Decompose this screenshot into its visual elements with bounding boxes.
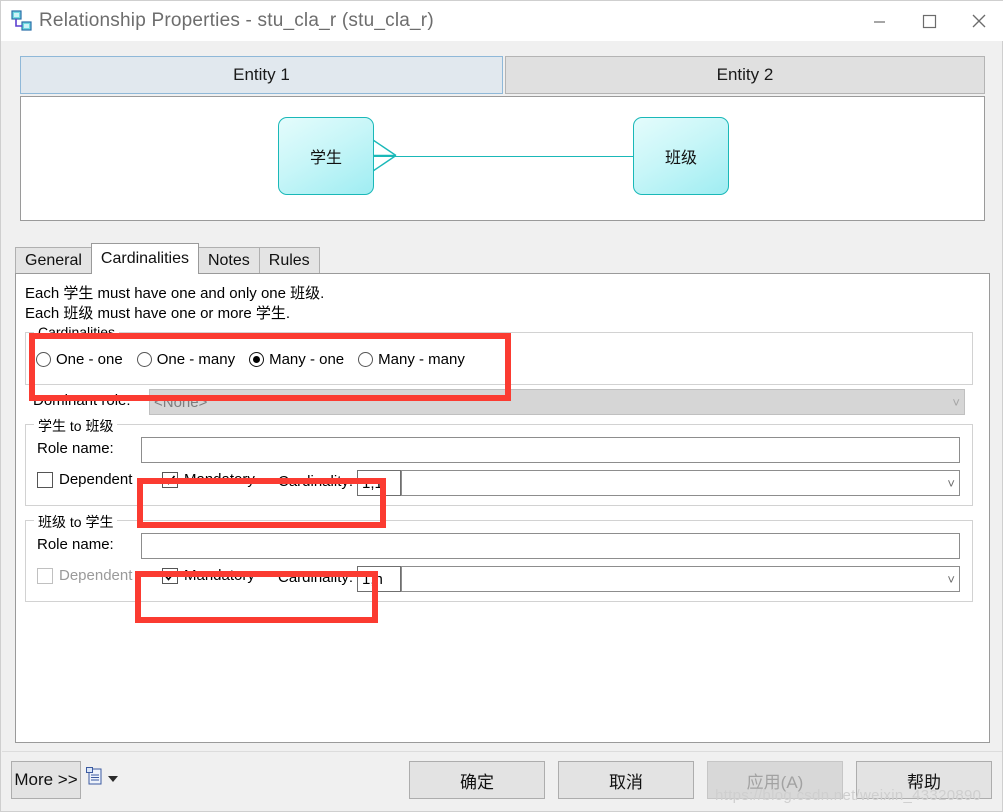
- cardinality-2-value: 1,n: [362, 570, 383, 588]
- entity-box-right[interactable]: 班级: [633, 117, 729, 195]
- window-controls: [854, 1, 1003, 41]
- chevron-down-icon: [108, 775, 118, 782]
- role-group-1: 学生 to 班级 Role name: Dependent Mandatory: [25, 416, 973, 506]
- entity-panel-1-label: Entity 1: [233, 65, 290, 84]
- cardinality-2-field[interactable]: 1,n: [357, 566, 401, 592]
- radio-one-many-icon: [136, 352, 152, 367]
- dominant-role-label: Dominant role:: [33, 392, 131, 409]
- minimize-button[interactable]: [854, 1, 904, 41]
- chevron-down-icon: ˅: [947, 571, 955, 587]
- entity-box-left[interactable]: 学生: [278, 117, 374, 195]
- cardinality-2-combo[interactable]: ˅: [401, 566, 960, 592]
- mandatory-1-label: Mandatory: [184, 471, 255, 488]
- tab-cardinalities-label: Cardinalities: [100, 250, 189, 267]
- cardinality-radio-row: One - one One - many Many - one Many - m…: [36, 351, 479, 368]
- cancel-button-label: 取消: [609, 772, 643, 792]
- cardinalities-group: Cardinalities One - one One - many Many …: [25, 324, 973, 385]
- radio-many-one-label: Many - one: [269, 351, 345, 368]
- entity-box-left-label: 学生: [309, 150, 342, 167]
- radio-one-one[interactable]: One - one: [36, 351, 123, 368]
- tab-cardinalities[interactable]: Cardinalities: [90, 243, 199, 274]
- dominant-role-row: Dominant role:: [33, 392, 131, 409]
- dependent-1-checkbox[interactable]: Dependent: [37, 471, 132, 488]
- cardinality-1-combo[interactable]: ˅: [401, 470, 960, 496]
- role-group-2: 班级 to 学生 Role name: Dependent Mandatory: [25, 512, 973, 602]
- dominant-role-combo[interactable]: <None> ˅: [149, 389, 965, 415]
- ok-button-label: 确定: [460, 772, 494, 792]
- dependent-2-label: Dependent: [59, 567, 133, 584]
- entity-panel-headers: Entity 1 Entity 2: [20, 56, 985, 94]
- cardinality-1-label-wrap: Cardinality:: [278, 473, 353, 490]
- dependent-2-box: [37, 567, 53, 584]
- radio-many-many[interactable]: Many - many: [358, 351, 465, 368]
- entity-panel-1[interactable]: Entity 1: [20, 56, 503, 94]
- tab-notes[interactable]: Notes: [197, 247, 260, 274]
- relationship-diagram: 学生 班级: [20, 96, 985, 221]
- tab-general-label: General: [25, 252, 82, 269]
- more-button[interactable]: More >>: [11, 761, 81, 799]
- mandatory-2-checkbox[interactable]: Mandatory: [162, 567, 255, 584]
- watermark: https://blog.csdn.net/weixin_43320890: [715, 787, 982, 804]
- more-button-label: More >>: [14, 770, 78, 789]
- entity-box-right-label: 班级: [664, 150, 697, 167]
- cardinalities-group-legend: Cardinalities: [34, 324, 120, 340]
- cardinality-1-field[interactable]: 1,1: [357, 470, 401, 496]
- cardinality-description: Each 学生 must have one and only one 班级. E…: [25, 284, 324, 324]
- tab-notes-label: Notes: [207, 252, 250, 269]
- radio-many-many-icon: [358, 352, 374, 367]
- maximize-button[interactable]: [904, 1, 954, 41]
- radio-one-many[interactable]: One - many: [136, 351, 236, 368]
- tab-rules-label: Rules: [268, 252, 310, 269]
- role-name-2-label: Role name:: [37, 536, 114, 553]
- cardinality-1-label: Cardinality:: [278, 473, 354, 490]
- radio-many-one-icon: [249, 352, 265, 367]
- radio-many-one[interactable]: Many - one: [249, 351, 344, 368]
- report-icon: [86, 767, 103, 790]
- crows-foot-icon: [371, 139, 397, 177]
- entity-panel-2[interactable]: Entity 2: [505, 56, 985, 94]
- radio-one-one-icon: [36, 352, 51, 367]
- chevron-down-icon: ˅: [947, 475, 955, 491]
- dependent-1-label: Dependent: [59, 471, 133, 488]
- role-name-2-label-wrap: Role name:: [37, 536, 114, 553]
- description-line-2: Each 班级 must have one or more 学生.: [25, 305, 291, 322]
- relationship-connector-line: [374, 155, 633, 157]
- role-group-1-legend: 学生 to 班级: [34, 416, 118, 436]
- relationship-properties-dialog: Relationship Properties - stu_cla_r (stu…: [0, 0, 1003, 812]
- role-name-1-input[interactable]: [141, 437, 960, 463]
- dominant-role-value: <None>: [154, 393, 208, 411]
- radio-many-many-label: Many - many: [378, 351, 465, 368]
- tab-general[interactable]: General: [15, 247, 92, 274]
- tab-rules[interactable]: Rules: [258, 247, 320, 274]
- chevron-down-icon: ˅: [952, 394, 960, 410]
- role-group-2-legend: 班级 to 学生: [34, 512, 118, 532]
- description-line-1: Each 学生 must have one and only one 班级.: [25, 285, 325, 302]
- role-name-1-label: Role name:: [37, 440, 114, 457]
- close-button[interactable]: [954, 1, 1003, 41]
- mandatory-1-box: [162, 471, 178, 488]
- cardinality-1-value: 1,1: [362, 474, 383, 492]
- mandatory-2-label: Mandatory: [184, 567, 255, 584]
- tab-strip: General Cardinalities Notes Rules: [15, 243, 990, 274]
- cardinality-2-label: Cardinality:: [278, 569, 354, 586]
- entity-panel-2-label: Entity 2: [716, 65, 774, 84]
- dependent-1-box: [37, 471, 53, 488]
- mandatory-1-checkbox[interactable]: Mandatory: [162, 471, 255, 488]
- relationship-icon: [9, 8, 35, 34]
- role-name-1-label-wrap: Role name:: [37, 440, 114, 457]
- cardinality-2-label-wrap: Cardinality:: [278, 569, 353, 586]
- role-name-2-input[interactable]: [141, 533, 960, 559]
- ok-button[interactable]: 确定: [409, 761, 545, 799]
- window-title: Relationship Properties - stu_cla_r (stu…: [39, 10, 434, 31]
- mandatory-2-box: [162, 567, 178, 584]
- radio-one-one-label: One - one: [56, 351, 123, 368]
- radio-one-many-label: One - many: [156, 351, 236, 368]
- cancel-button[interactable]: 取消: [558, 761, 694, 799]
- report-menu-button[interactable]: [86, 767, 118, 790]
- title-bar: Relationship Properties - stu_cla_r (stu…: [1, 1, 1003, 41]
- cardinalities-tab-page: Each 学生 must have one and only one 班级. E…: [15, 273, 990, 743]
- dependent-2-checkbox[interactable]: Dependent: [37, 567, 132, 584]
